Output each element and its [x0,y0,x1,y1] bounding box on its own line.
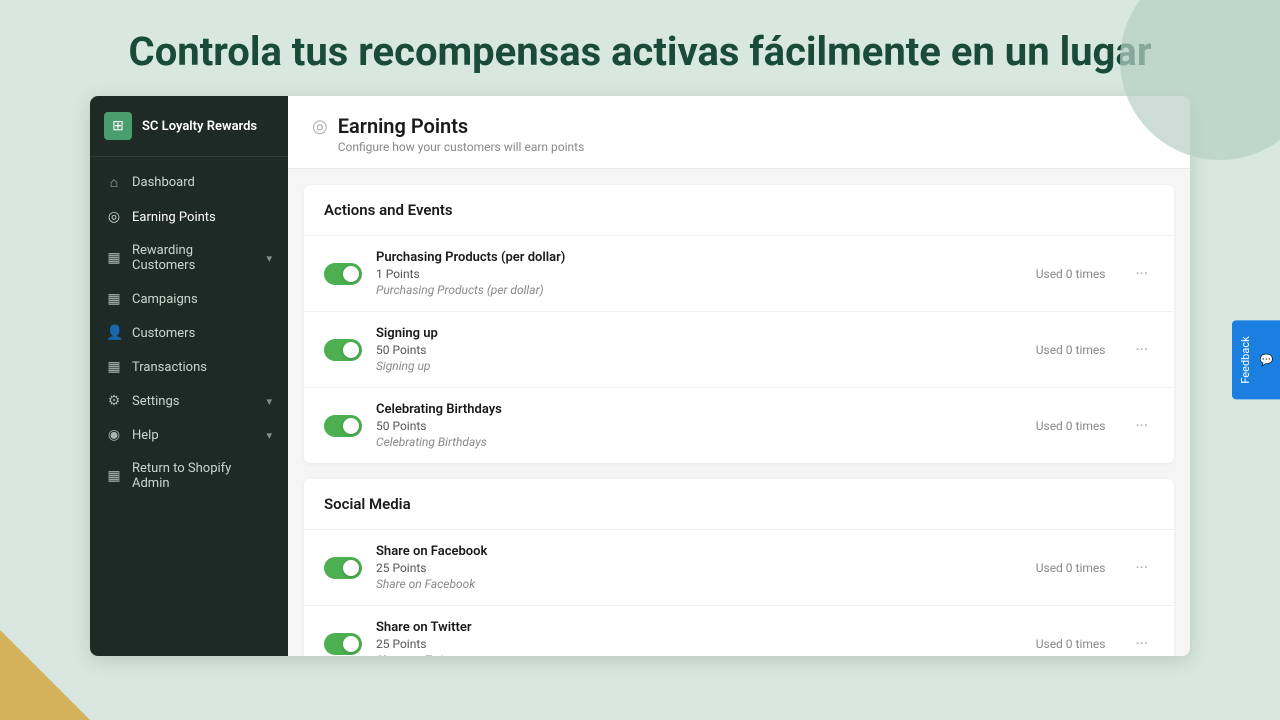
page-headline: Controla tus recompensas activas fácilme… [20,28,1260,76]
event-name: Celebrating Birthdays [376,402,1022,417]
section-social-media: Social Media Share on Facebook 25 Points… [304,479,1174,656]
sidebar-item-label: Return to Shopify Admin [132,461,272,491]
event-usage: Used 0 times [1036,267,1106,281]
sidebar-item-label: Customers [132,326,272,341]
sidebar: ⊞ SC Loyalty Rewards ⌂ Dashboard ◎ Earni… [90,96,288,656]
page-header: Controla tus recompensas activas fácilme… [0,0,1280,96]
section-actions-events: Actions and Events Purchasing Products (… [304,185,1174,463]
sidebar-item-earning-points[interactable]: ◎ Earning Points [90,200,288,234]
event-row: Share on Twitter 25 Points Share on Twit… [304,606,1174,656]
event-row: Signing up 50 Points Signing up Used 0 t… [304,312,1174,388]
chevron-down-icon: ▾ [266,252,272,265]
event-menu-button[interactable]: ··· [1129,554,1154,581]
event-menu-button[interactable]: ··· [1129,336,1154,363]
sidebar-item-label: Rewarding Customers [132,243,256,273]
toggle-signing-up[interactable] [324,339,362,361]
content-subtitle: Configure how your customers will earn p… [338,140,585,154]
sidebar-item-rewarding-customers[interactable]: ▦ Rewarding Customers ▾ [90,234,288,282]
event-info: Share on Twitter 25 Points Share on Twit… [376,620,1022,656]
event-points: 1 Points [376,267,1022,281]
sidebar-item-label: Earning Points [132,210,272,225]
section-header: Social Media [304,479,1174,530]
sidebar-item-customers[interactable]: 👤 Customers [90,316,288,350]
campaigns-icon: ▦ [106,291,122,307]
toggle-purchasing-products[interactable] [324,263,362,285]
event-sub: Signing up [376,359,1022,373]
return-icon: ▦ [106,468,122,484]
chevron-down-icon: ▾ [266,395,272,408]
customers-icon: 👤 [106,325,122,341]
event-points: 50 Points [376,419,1022,433]
content-body: Actions and Events Purchasing Products (… [288,169,1190,656]
event-row: Share on Facebook 25 Points Share on Fac… [304,530,1174,606]
event-usage: Used 0 times [1036,343,1106,357]
event-points: 25 Points [376,561,1022,575]
event-info: Share on Facebook 25 Points Share on Fac… [376,544,1022,591]
event-name: Signing up [376,326,1022,341]
chevron-down-icon: ▾ [266,429,272,442]
event-sub: Share on Twitter [376,653,1022,656]
sidebar-item-help[interactable]: ◉ Help ▾ [90,418,288,452]
sidebar-item-settings[interactable]: ⚙ Settings ▾ [90,384,288,418]
earning-points-icon: ◎ [106,209,122,225]
settings-icon: ⚙ [106,393,122,409]
feedback-label: Feedback [1239,336,1252,383]
event-usage: Used 0 times [1036,637,1106,651]
sidebar-item-label: Settings [132,394,256,409]
event-menu-button[interactable]: ··· [1129,630,1154,656]
brand-icon: ⊞ [104,112,132,140]
sidebar-item-dashboard[interactable]: ⌂ Dashboard [90,165,288,200]
sidebar-item-campaigns[interactable]: ▦ Campaigns [90,282,288,316]
content-header-info: Earning Points Configure how your custom… [338,114,585,154]
rewarding-customers-icon: ▦ [106,250,122,266]
sidebar-item-return-shopify[interactable]: ▦ Return to Shopify Admin [90,452,288,500]
brand-label: SC Loyalty Rewards [142,119,257,134]
main-content: ◎ Earning Points Configure how your cust… [288,96,1190,656]
event-info: Signing up 50 Points Signing up [376,326,1022,373]
event-usage: Used 0 times [1036,419,1106,433]
event-usage: Used 0 times [1036,561,1106,575]
event-name: Share on Facebook [376,544,1022,559]
sidebar-item-transactions[interactable]: ▦ Transactions [90,350,288,384]
event-sub: Share on Facebook [376,577,1022,591]
event-sub: Purchasing Products (per dollar) [376,283,1022,297]
section-icon: ◎ [312,116,328,137]
sidebar-brand[interactable]: ⊞ SC Loyalty Rewards [90,96,288,157]
toggle-celebrating-birthdays[interactable] [324,415,362,437]
event-info: Purchasing Products (per dollar) 1 Point… [376,250,1022,297]
event-info: Celebrating Birthdays 50 Points Celebrat… [376,402,1022,449]
toggle-share-facebook[interactable] [324,557,362,579]
event-sub: Celebrating Birthdays [376,435,1022,449]
feedback-icon: 💬 [1260,353,1273,366]
section-header: Actions and Events [304,185,1174,236]
sidebar-item-label: Transactions [132,360,272,375]
main-layout: ⊞ SC Loyalty Rewards ⌂ Dashboard ◎ Earni… [90,96,1190,656]
event-menu-button[interactable]: ··· [1129,260,1154,287]
sidebar-item-label: Help [132,428,256,443]
event-points: 50 Points [376,343,1022,357]
bg-decoration-triangle [0,630,90,720]
event-name: Purchasing Products (per dollar) [376,250,1022,265]
event-row: Celebrating Birthdays 50 Points Celebrat… [304,388,1174,463]
dashboard-icon: ⌂ [106,174,122,191]
sidebar-item-label: Dashboard [132,175,272,190]
event-menu-button[interactable]: ··· [1129,412,1154,439]
event-name: Share on Twitter [376,620,1022,635]
toggle-share-twitter[interactable] [324,633,362,655]
content-header: ◎ Earning Points Configure how your cust… [288,96,1190,169]
sidebar-nav: ⌂ Dashboard ◎ Earning Points ▦ Rewarding… [90,157,288,656]
content-title: Earning Points [338,114,585,138]
transactions-icon: ▦ [106,359,122,375]
event-row: Purchasing Products (per dollar) 1 Point… [304,236,1174,312]
help-icon: ◉ [106,427,122,443]
feedback-button[interactable]: 💬 Feedback [1232,320,1280,399]
event-points: 25 Points [376,637,1022,651]
sidebar-item-label: Campaigns [132,292,272,307]
